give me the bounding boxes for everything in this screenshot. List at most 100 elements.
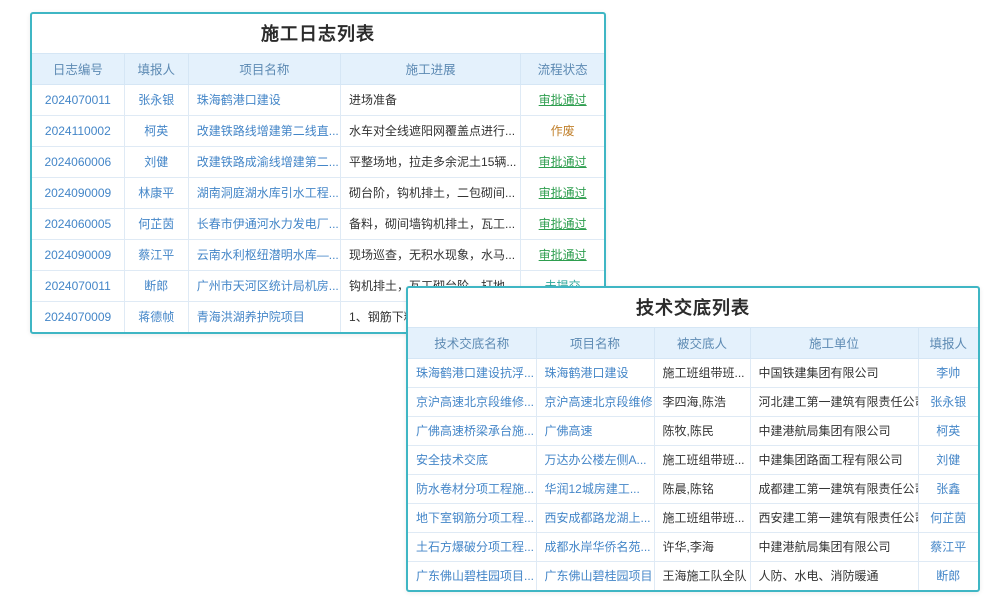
log-status-badge[interactable]: 审批通过 [521, 84, 604, 115]
disclosure-table-row: 地下室钢筋分项工程... 西安成都路龙湖上... 施工班组带班... 西安建工第… [408, 503, 978, 532]
log-project-link[interactable]: 改建铁路成渝线增建第二... [188, 146, 340, 177]
log-col-header-status: 流程状态 [521, 54, 604, 84]
log-reporter-link[interactable]: 刘健 [124, 146, 188, 177]
disclosure-name-link[interactable]: 地下室钢筋分项工程... [408, 503, 536, 532]
log-project-link[interactable]: 青海洪湖养护院项目 [188, 301, 340, 332]
disclosure-person-text: 陈晨,陈铭 [654, 474, 750, 503]
log-project-link[interactable]: 长春市伊通河水力发电厂... [188, 208, 340, 239]
disclosure-project-link[interactable]: 广东佛山碧桂园项目 [536, 561, 654, 590]
disclosure-reporter-link[interactable]: 李帅 [918, 358, 978, 387]
log-status-badge[interactable]: 审批通过 [521, 208, 604, 239]
disclosure-header-row: 技术交底名称 项目名称 被交底人 施工单位 填报人 [408, 328, 978, 358]
log-reporter-link[interactable]: 何芷茵 [124, 208, 188, 239]
disclosure-reporter-link[interactable]: 柯英 [918, 416, 978, 445]
log-project-link[interactable]: 珠海鹤港口建设 [188, 84, 340, 115]
disclosure-name-link[interactable]: 安全技术交底 [408, 445, 536, 474]
disclosure-project-link[interactable]: 广佛高速 [536, 416, 654, 445]
disclosure-unit-text: 河北建工第一建筑有限责任公司 [750, 387, 918, 416]
log-project-link[interactable]: 改建铁路线增建第二线直... [188, 115, 340, 146]
log-id-link[interactable]: 2024090009 [32, 177, 124, 208]
log-status-badge[interactable]: 审批通过 [521, 177, 604, 208]
disclosure-table-row: 防水卷材分项工程施... 华润12城房建工... 陈晨,陈铭 成都建工第一建筑有… [408, 474, 978, 503]
log-reporter-link[interactable]: 张永银 [124, 84, 188, 115]
log-reporter-link[interactable]: 柯英 [124, 115, 188, 146]
disclosure-person-text: 施工班组带班... [654, 358, 750, 387]
disclosure-table-row: 安全技术交底 万达办公楼左侧A... 施工班组带班... 中建集团路面工程有限公… [408, 445, 978, 474]
disclosure-table-row: 土石方爆破分项工程... 成都水岸华侨名苑... 许华,李海 中建港航局集团有限… [408, 532, 978, 561]
disclosure-reporter-link[interactable]: 张永银 [918, 387, 978, 416]
log-table-row: 2024110002 柯英 改建铁路线增建第二线直... 水车对全线遮阳网覆盖点… [32, 115, 604, 146]
technical-disclosure-table: 技术交底名称 项目名称 被交底人 施工单位 填报人 珠海鹤港口建设抗浮... 珠… [408, 328, 978, 590]
disclosure-person-text: 李四海,陈浩 [654, 387, 750, 416]
log-id-link[interactable]: 2024110002 [32, 115, 124, 146]
disclosure-name-link[interactable]: 广东佛山碧桂园项目... [408, 561, 536, 590]
disclosure-table-row: 广佛高速桥梁承台施... 广佛高速 陈牧,陈民 中建港航局集团有限公司 柯英 [408, 416, 978, 445]
disclosure-reporter-link[interactable]: 断郎 [918, 561, 978, 590]
log-col-header-id: 日志编号 [32, 54, 124, 84]
log-col-header-project: 项目名称 [188, 54, 340, 84]
log-progress-text: 平整场地，拉走多余泥土15辆... [341, 146, 521, 177]
log-col-header-reporter: 填报人 [124, 54, 188, 84]
log-id-link[interactable]: 2024090009 [32, 239, 124, 270]
disclosure-project-link[interactable]: 成都水岸华侨名苑... [536, 532, 654, 561]
disclosure-name-link[interactable]: 土石方爆破分项工程... [408, 532, 536, 561]
log-col-header-progress: 施工进展 [341, 54, 521, 84]
disclosure-unit-text: 中建港航局集团有限公司 [750, 532, 918, 561]
construction-log-title: 施工日志列表 [32, 14, 604, 54]
disclosure-reporter-link[interactable]: 张鑫 [918, 474, 978, 503]
disclosure-unit-text: 西安建工第一建筑有限责任公司 [750, 503, 918, 532]
log-status-badge[interactable]: 审批通过 [521, 146, 604, 177]
disclosure-unit-text: 中建港航局集团有限公司 [750, 416, 918, 445]
technical-disclosure-panel: 技术交底列表 技术交底名称 项目名称 被交底人 施工单位 填报人 珠海鹤港口建设… [406, 286, 980, 592]
disclosure-col-header-name: 技术交底名称 [408, 328, 536, 358]
log-table-row: 2024090009 林康平 湖南洞庭湖水库引水工程... 砌台阶，钩机排土，二… [32, 177, 604, 208]
disclosure-person-text: 陈牧,陈民 [654, 416, 750, 445]
disclosure-unit-text: 成都建工第一建筑有限责任公司 [750, 474, 918, 503]
disclosure-project-link[interactable]: 西安成都路龙湖上... [536, 503, 654, 532]
log-reporter-link[interactable]: 蔡江平 [124, 239, 188, 270]
disclosure-project-link[interactable]: 京沪高速北京段维修 [536, 387, 654, 416]
disclosure-table-row: 珠海鹤港口建设抗浮... 珠海鹤港口建设 施工班组带班... 中国铁建集团有限公… [408, 358, 978, 387]
disclosure-name-link[interactable]: 京沪高速北京段维修... [408, 387, 536, 416]
disclosure-reporter-link[interactable]: 刘健 [918, 445, 978, 474]
log-id-link[interactable]: 2024060006 [32, 146, 124, 177]
disclosure-person-text: 许华,李海 [654, 532, 750, 561]
log-project-link[interactable]: 广州市天河区统计局机房... [188, 270, 340, 301]
log-project-link[interactable]: 云南水利枢纽潜明水库—... [188, 239, 340, 270]
disclosure-name-link[interactable]: 广佛高速桥梁承台施... [408, 416, 536, 445]
disclosure-project-link[interactable]: 华润12城房建工... [536, 474, 654, 503]
log-id-link[interactable]: 2024070011 [32, 270, 124, 301]
log-table-row: 2024060006 刘健 改建铁路成渝线增建第二... 平整场地，拉走多余泥土… [32, 146, 604, 177]
log-reporter-link[interactable]: 断郎 [124, 270, 188, 301]
disclosure-reporter-link[interactable]: 蔡江平 [918, 532, 978, 561]
log-id-link[interactable]: 2024070009 [32, 301, 124, 332]
log-progress-text: 进场准备 [341, 84, 521, 115]
disclosure-col-header-person: 被交底人 [654, 328, 750, 358]
log-table-row: 2024060005 何芷茵 长春市伊通河水力发电厂... 备料，砌间墙钩机排土… [32, 208, 604, 239]
log-status-badge[interactable]: 作废 [521, 115, 604, 146]
log-id-link[interactable]: 2024060005 [32, 208, 124, 239]
log-id-link[interactable]: 2024070011 [32, 84, 124, 115]
disclosure-project-link[interactable]: 万达办公楼左侧A... [536, 445, 654, 474]
disclosure-name-link[interactable]: 防水卷材分项工程施... [408, 474, 536, 503]
disclosure-reporter-link[interactable]: 何芷茵 [918, 503, 978, 532]
disclosure-name-link[interactable]: 珠海鹤港口建设抗浮... [408, 358, 536, 387]
log-reporter-link[interactable]: 蒋德帧 [124, 301, 188, 332]
log-progress-text: 砌台阶，钩机排土，二包砌间... [341, 177, 521, 208]
log-project-link[interactable]: 湖南洞庭湖水库引水工程... [188, 177, 340, 208]
disclosure-unit-text: 人防、水电、消防暖通 [750, 561, 918, 590]
disclosure-person-text: 施工班组带班... [654, 503, 750, 532]
disclosure-unit-text: 中国铁建集团有限公司 [750, 358, 918, 387]
disclosure-table-body: 珠海鹤港口建设抗浮... 珠海鹤港口建设 施工班组带班... 中国铁建集团有限公… [408, 358, 978, 590]
disclosure-table-row: 广东佛山碧桂园项目... 广东佛山碧桂园项目 王海施工队全队 人防、水电、消防暖… [408, 561, 978, 590]
log-status-badge[interactable]: 审批通过 [521, 239, 604, 270]
log-reporter-link[interactable]: 林康平 [124, 177, 188, 208]
log-table-row: 2024070011 张永银 珠海鹤港口建设 进场准备 审批通过 [32, 84, 604, 115]
disclosure-project-link[interactable]: 珠海鹤港口建设 [536, 358, 654, 387]
technical-disclosure-title: 技术交底列表 [408, 288, 978, 328]
disclosure-col-header-reporter: 填报人 [918, 328, 978, 358]
disclosure-col-header-project: 项目名称 [536, 328, 654, 358]
log-table-row: 2024090009 蔡江平 云南水利枢纽潜明水库—... 现场巡查，无积水现象… [32, 239, 604, 270]
disclosure-unit-text: 中建集团路面工程有限公司 [750, 445, 918, 474]
disclosure-table-row: 京沪高速北京段维修... 京沪高速北京段维修 李四海,陈浩 河北建工第一建筑有限… [408, 387, 978, 416]
